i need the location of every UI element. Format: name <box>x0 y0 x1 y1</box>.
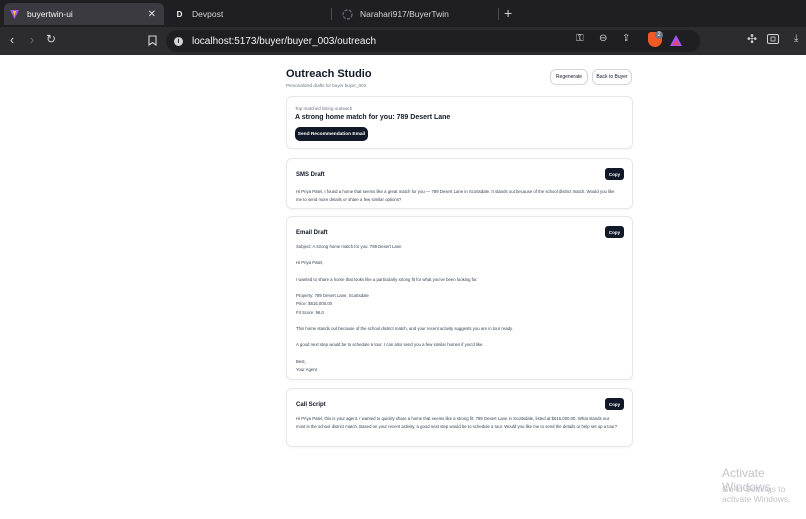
page-content: Outreach Studio Personalized drafts for … <box>0 55 806 519</box>
sms-draft-body: Hi Priya Patel, I found a home that seem… <box>296 189 615 202</box>
regenerate-button[interactable]: Regenerate <box>550 69 588 85</box>
call-script-card: Call Script Copy Hi Priya Patel, this is… <box>286 388 633 447</box>
email-line: Subject: A strong home match for you: 78… <box>296 244 402 249</box>
copy-call-script-button[interactable]: Copy <box>605 398 624 410</box>
tab-title: buyertwin-ui <box>27 9 73 19</box>
devpost-icon: D <box>176 9 183 19</box>
tab-separator <box>331 8 332 20</box>
url-text: localhost:5173/buyer/buyer_003/outreach <box>192 35 377 47</box>
site-info-icon[interactable]: i <box>174 36 183 46</box>
email-line: This home stands out because of the scho… <box>296 325 514 331</box>
email-line: A good next step would be to schedule a … <box>296 342 484 348</box>
email-line: Property: 789 Desert Lane, Scottsdale <box>296 293 369 299</box>
activate-windows-subtitle: Go to Settings to activate Windows. <box>722 484 791 504</box>
top-match-label: Top matched listing outreach <box>295 106 353 111</box>
copy-sms-button[interactable]: Copy <box>605 168 624 180</box>
github-icon <box>342 8 353 20</box>
email-line <box>296 317 618 325</box>
sms-draft-card: SMS Draft Copy Hi Priya Patel, I found a… <box>286 158 633 209</box>
close-tab-icon[interactable]: ✕ <box>148 9 156 20</box>
new-tab-icon[interactable]: + <box>504 5 512 21</box>
back-to-buyer-button[interactable]: Back to Buyer <box>592 69 632 85</box>
email-line <box>296 251 618 259</box>
tab-title: Narahari917/BuyerTwin <box>360 9 449 19</box>
tab-devpost[interactable]: D Devpost <box>170 3 325 25</box>
copy-email-button[interactable]: Copy <box>605 226 624 238</box>
email-line: Hi Priya Patel, <box>296 260 324 266</box>
email-line <box>296 268 618 276</box>
top-match-card: Top matched listing outreach A strong ho… <box>286 96 633 149</box>
bookmark-icon[interactable] <box>144 34 160 49</box>
email-draft-body: Subject: A strong home match for you: 78… <box>296 243 618 374</box>
extensions-icon[interactable]: ✣ <box>747 32 757 46</box>
email-line: I wanted to share a home that looks like… <box>296 276 478 282</box>
reload-icon[interactable]: ↻ <box>43 32 59 46</box>
email-line: Fit Score: 96.0 <box>296 309 324 315</box>
key-icon[interactable]: ⚿ <box>576 33 584 44</box>
tab-github[interactable]: Narahari917/BuyerTwin <box>338 3 498 25</box>
download-icon[interactable]: ⤓ <box>794 33 798 44</box>
address-bar[interactable]: i localhost:5173/buyer/buyer_003/outreac… <box>166 30 700 52</box>
tab-title: Devpost <box>192 9 224 19</box>
wallet-icon[interactable] <box>767 34 779 47</box>
email-line <box>296 349 618 357</box>
zoom-out-icon[interactable]: ⊖ <box>599 33 607 44</box>
tab-buyertwin-ui[interactable]: buyertwin-ui ✕ <box>4 3 164 25</box>
sms-draft-title: SMS Draft <box>296 172 325 178</box>
email-line: Price: $615,000.00 <box>296 301 333 307</box>
brave-rewards-inner <box>673 40 679 45</box>
browser-toolbar: ‹ › ↻ i localhost:5173/buyer/buyer_003/o… <box>0 27 806 55</box>
vite-icon <box>9 9 20 20</box>
browser-tab-bar: buyertwin-ui ✕ D Devpost Narahari917/Buy… <box>0 0 806 27</box>
share-icon[interactable]: ⇪ <box>622 33 630 44</box>
email-line: Best, <box>296 358 306 364</box>
top-match-headline: A strong home match for you: 789 Desert … <box>295 114 451 121</box>
email-line <box>296 333 618 341</box>
send-recommendation-email-button[interactable]: Send Recommendation Email <box>295 127 368 141</box>
back-icon[interactable]: ‹ <box>4 32 20 47</box>
email-line: Your Agent <box>296 366 317 372</box>
forward-icon[interactable]: › <box>24 32 40 47</box>
tab-separator <box>498 8 499 20</box>
call-script-title: Call Script <box>296 402 326 408</box>
call-script-body: Hi Priya Patel, this is your agent. I wa… <box>296 416 618 429</box>
shields-count-badge: 2 <box>655 31 663 39</box>
email-draft-card: Email Draft Copy Subject: A strong home … <box>286 216 633 380</box>
email-draft-title: Email Draft <box>296 230 328 236</box>
email-line <box>296 284 618 292</box>
